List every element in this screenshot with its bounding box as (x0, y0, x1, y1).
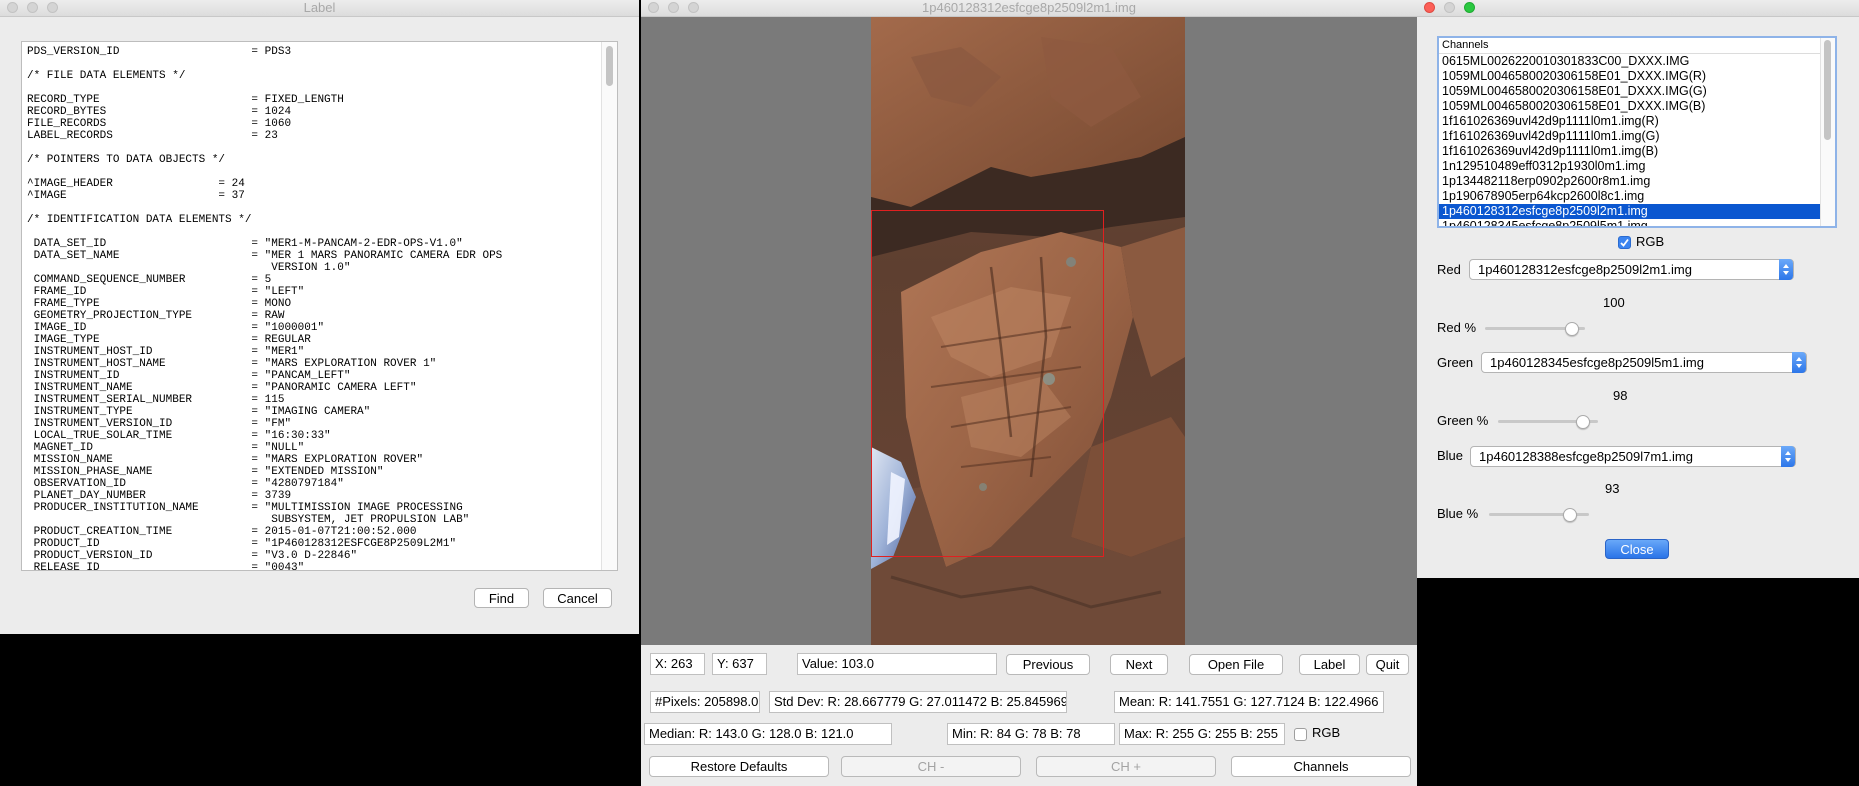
channels-button[interactable]: Channels (1231, 756, 1411, 777)
label-text-scrollbar[interactable] (601, 42, 617, 570)
blue-percent-value: 93 (1605, 481, 1620, 496)
minimize-window-icon[interactable] (1444, 2, 1455, 13)
channels-window-titlebar[interactable] (1417, 0, 1859, 17)
median-field: Median: R: 143.0 G: 128.0 B: 121.0 (644, 723, 892, 745)
restore-defaults-button[interactable]: Restore Defaults (649, 756, 829, 777)
mars-rock-image[interactable] (871, 17, 1185, 645)
channel-list-item[interactable]: 1f161026369uvl42d9p1111l0m1.img(G) (1439, 129, 1835, 144)
channels-window: Channels 0615ML0026220010301833C00_DXXX.… (1417, 0, 1859, 578)
green-channel-value: 1p460128345esfcge8p2509l5m1.img (1490, 355, 1704, 370)
channel-list-item[interactable]: 1p190678905erp64kcp2600l8c1.img (1439, 189, 1835, 204)
channel-list-item[interactable]: 1p460128345esfcge8p2509l5m1.img (1439, 219, 1835, 226)
image-window-title: 1p460128312esfcge8p2509l2m1.img (922, 0, 1136, 15)
image-window: 1p460128312esfcge8p2509l2m1.img X: 263 Y… (641, 0, 1417, 786)
rgb-checkbox-checked[interactable] (1618, 236, 1631, 249)
green-percent-slider-knob[interactable] (1576, 415, 1590, 429)
select-arrows-icon (1779, 259, 1793, 280)
y-coordinate-field: Y: 637 (712, 653, 767, 675)
green-percent-label: Green % (1437, 413, 1489, 428)
blue-percent-slider-knob[interactable] (1563, 508, 1577, 522)
channel-list-item[interactable]: 0615ML0026220010301833C00_DXXX.IMG (1439, 54, 1835, 69)
label-button[interactable]: Label (1299, 654, 1360, 675)
red-percent-value: 100 (1603, 295, 1625, 310)
rgb-label: RGB (1636, 234, 1665, 249)
select-arrows-icon (1781, 446, 1795, 467)
channel-list-item[interactable]: 1059ML0046580020306158E01_DXXX.IMG(B) (1439, 99, 1835, 114)
pixel-value-field: Value: 103.0 (797, 653, 997, 675)
find-button[interactable]: Find (474, 588, 529, 608)
label-text-area[interactable]: PDS_VERSION_ID = PDS3 /* FILE DATA ELEME… (21, 41, 618, 571)
mean-field: Mean: R: 141.7551 G: 127.7124 B: 122.496… (1114, 691, 1384, 713)
label-text-scroll-thumb[interactable] (606, 46, 613, 86)
label-window: Label PDS_VERSION_ID = PDS3 /* FILE DATA… (0, 0, 639, 634)
min-field: Min: R: 84 G: 78 B: 78 (947, 723, 1115, 745)
blue-label: Blue (1437, 448, 1464, 463)
red-channel-value: 1p460128312esfcge8p2509l2m1.img (1478, 262, 1692, 277)
channel-list-item[interactable]: 1p134482118erp0902p2600r8m1.img (1439, 174, 1835, 189)
blue-channel-value: 1p460128388esfcge8p2509l7m1.img (1479, 449, 1693, 464)
red-percent-slider-knob[interactable] (1565, 322, 1579, 336)
previous-button[interactable]: Previous (1006, 654, 1090, 675)
channel-list-item[interactable]: 1f161026369uvl42d9p1111l0m1.img(B) (1439, 144, 1835, 159)
channels-list-scrollbar[interactable] (1820, 38, 1835, 226)
pixel-count-field: #Pixels: 205898.0 (650, 691, 760, 713)
select-arrows-icon (1792, 352, 1806, 373)
quit-button[interactable]: Quit (1366, 654, 1409, 675)
channel-plus-button[interactable]: CH + (1036, 756, 1216, 777)
rgb-checkbox[interactable] (1294, 728, 1307, 741)
image-window-titlebar[interactable]: 1p460128312esfcge8p2509l2m1.img (641, 0, 1417, 17)
max-field: Max: R: 255 G: 255 B: 255 (1119, 723, 1285, 745)
checkmark-icon (1620, 238, 1629, 247)
channel-minus-button[interactable]: CH - (841, 756, 1021, 777)
channel-list-item[interactable]: 1p460128312esfcge8p2509l2m1.img (1439, 204, 1835, 219)
close-window-icon[interactable] (1424, 2, 1435, 13)
image-viewport[interactable] (641, 17, 1417, 645)
x-coordinate-field: X: 263 (650, 653, 705, 675)
channels-list-items: 0615ML0026220010301833C00_DXXX.IMG 1059ML… (1439, 54, 1835, 226)
label-window-title: Label (303, 0, 336, 15)
channels-list[interactable]: Channels 0615ML0026220010301833C00_DXXX.… (1437, 36, 1837, 228)
label-text[interactable]: PDS_VERSION_ID = PDS3 /* FILE DATA ELEME… (22, 42, 617, 570)
red-label: Red (1437, 262, 1461, 277)
open-file-button[interactable]: Open File (1189, 654, 1283, 675)
green-channel-select[interactable]: 1p460128345esfcge8p2509l5m1.img (1481, 352, 1807, 373)
rgb-checkbox-label: RGB (1312, 725, 1341, 740)
channel-list-item[interactable]: 1n129510489eff0312p1930l0m1.img (1439, 159, 1835, 174)
blue-channel-select[interactable]: 1p460128388esfcge8p2509l7m1.img (1470, 446, 1796, 467)
zoom-window-icon[interactable] (1464, 2, 1475, 13)
green-label: Green (1437, 355, 1474, 370)
channels-list-scroll-thumb[interactable] (1824, 40, 1831, 140)
next-button[interactable]: Next (1110, 654, 1168, 675)
channel-list-item[interactable]: 1f161026369uvl42d9p1111l0m1.img(R) (1439, 114, 1835, 129)
channel-list-item[interactable]: 1059ML0046580020306158E01_DXXX.IMG(G) (1439, 84, 1835, 99)
red-percent-label: Red % (1437, 320, 1477, 335)
red-channel-select[interactable]: 1p460128312esfcge8p2509l2m1.img (1469, 259, 1794, 280)
channels-list-header: Channels (1439, 38, 1835, 54)
close-button[interactable]: Close (1605, 539, 1669, 559)
green-percent-value: 98 (1613, 388, 1628, 403)
cancel-button[interactable]: Cancel (543, 588, 612, 608)
label-window-titlebar[interactable]: Label (0, 0, 639, 17)
blue-percent-label: Blue % (1437, 506, 1479, 521)
channel-list-item[interactable]: 1059ML0046580020306158E01_DXXX.IMG(R) (1439, 69, 1835, 84)
std-dev-field: Std Dev: R: 28.667779 G: 27.011472 B: 25… (769, 691, 1067, 713)
